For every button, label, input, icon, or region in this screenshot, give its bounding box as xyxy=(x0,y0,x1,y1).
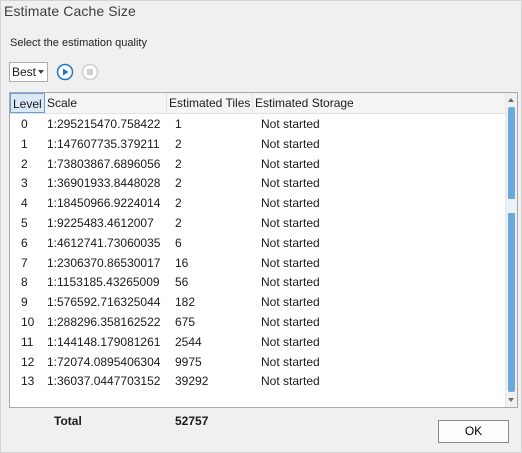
estimated-tiles-cell: 2544 xyxy=(175,334,202,349)
estimated-storage-cell: Not started xyxy=(261,176,320,191)
scale-cell: 1:2306370.86530017 xyxy=(47,255,161,270)
vertical-scrollbar[interactable] xyxy=(505,93,517,407)
estimated-tiles-cell: 2 xyxy=(175,196,182,211)
estimated-tiles-cell: 9975 xyxy=(175,354,202,369)
estimated-storage-cell: Not started xyxy=(261,334,320,349)
table-row[interactable]: 13 1:36037.0447703152 39292 Not started xyxy=(10,371,507,391)
estimated-tiles-cell: 39292 xyxy=(175,374,209,389)
estimated-storage-cell: Not started xyxy=(261,136,320,151)
column-header-estimated-storage[interactable]: Estimated Storage xyxy=(253,93,371,113)
chevron-down-icon xyxy=(38,70,44,74)
table-row[interactable]: 2 1:73803867.6896056 2 Not started xyxy=(10,154,507,174)
scale-cell: 1:9225483.4612007 xyxy=(47,215,154,230)
scale-cell: 1:73803867.6896056 xyxy=(47,156,161,171)
table-row[interactable]: 3 1:36901933.8448028 2 Not started xyxy=(10,173,507,193)
scrollbar-thumb[interactable] xyxy=(508,107,515,392)
start-estimate-button[interactable] xyxy=(56,63,74,81)
table-body: 0 1:295215470.758422 1 Not started 1 1:14760… xyxy=(10,114,507,391)
scrollbar-grip xyxy=(508,199,515,213)
play-icon xyxy=(56,63,74,81)
estimated-tiles-cell: 2 xyxy=(175,176,182,191)
estimated-storage-cell: Not started xyxy=(261,235,320,250)
level-cell: 6 xyxy=(21,235,28,250)
level-cell: 10 xyxy=(21,314,35,329)
column-header-scale[interactable]: Scale xyxy=(45,93,167,113)
table-row[interactable]: 9 1:576592.716325044 182 Not started xyxy=(10,292,507,312)
table-row[interactable]: 1 1:147607735.379211 2 Not started xyxy=(10,134,507,154)
table-row[interactable]: 0 1:295215470.758422 1 Not started xyxy=(10,114,507,134)
estimate-cache-size-dialog: Estimate Cache Size Select the estimatio… xyxy=(0,0,522,453)
table-row[interactable]: 4 1:18450966.9224014 2 Not started xyxy=(10,193,507,213)
scale-cell: 1:295215470.758422 xyxy=(47,117,161,131)
table-row[interactable]: 5 1:9225483.4612007 2 Not started xyxy=(10,213,507,233)
level-cell: 12 xyxy=(21,354,35,369)
stop-icon xyxy=(81,63,99,81)
estimated-storage-cell: Not started xyxy=(261,117,320,131)
estimated-tiles-cell: 56 xyxy=(175,275,189,290)
level-cell: 5 xyxy=(21,215,28,230)
estimation-quality-value: Best xyxy=(12,65,37,79)
estimated-storage-cell: Not started xyxy=(261,354,320,369)
level-cell: 4 xyxy=(21,196,28,211)
total-label: Total xyxy=(54,414,82,428)
scale-cell: 1:72074.0895406304 xyxy=(47,354,161,369)
estimated-tiles-cell: 16 xyxy=(175,255,189,270)
estimated-tiles-cell: 675 xyxy=(175,314,196,329)
estimation-quality-label: Select the estimation quality xyxy=(10,37,147,49)
scale-cell: 1:4612741.73060035 xyxy=(47,235,161,250)
scale-cell: 1:147607735.379211 xyxy=(47,136,160,151)
column-header-level[interactable]: Level xyxy=(10,93,45,113)
scale-cell: 1:36037.0447703152 xyxy=(47,374,161,389)
estimated-tiles-cell: 2 xyxy=(175,136,182,151)
scale-cell: 1:36901933.8448028 xyxy=(47,176,161,191)
estimated-storage-cell: Not started xyxy=(261,374,320,389)
level-cell: 2 xyxy=(21,156,28,171)
scale-cell: 1:18450966.9224014 xyxy=(47,196,161,211)
table-row[interactable]: 8 1:1153185.43265009 56 Not started xyxy=(10,272,507,292)
scroll-down-icon[interactable] xyxy=(508,398,514,402)
estimated-tiles-cell: 6 xyxy=(175,235,182,250)
level-cell: 9 xyxy=(21,295,28,310)
level-cell: 0 xyxy=(21,117,28,131)
estimated-tiles-cell: 182 xyxy=(175,295,196,310)
level-cell: 3 xyxy=(21,176,28,191)
cache-levels-table: Level Scale Estimated Tiles Estimated St… xyxy=(9,92,518,408)
estimated-tiles-cell: 2 xyxy=(175,156,182,171)
scale-cell: 1:1153185.43265009 xyxy=(47,275,160,290)
total-tiles-value: 52757 xyxy=(175,414,209,428)
estimated-storage-cell: Not started xyxy=(261,156,320,171)
estimated-storage-cell: Not started xyxy=(261,275,320,290)
table-row[interactable]: 12 1:72074.0895406304 9975 Not started xyxy=(10,352,507,372)
scale-cell: 1:144148.179081261 xyxy=(47,334,161,349)
estimation-quality-select[interactable]: Best xyxy=(9,62,48,82)
table-header: Level Scale Estimated Tiles Estimated St… xyxy=(10,93,507,114)
estimated-tiles-cell: 2 xyxy=(175,215,182,230)
table-row[interactable]: 10 1:288296.358162522 675 Not started xyxy=(10,312,507,332)
level-cell: 13 xyxy=(21,374,35,389)
dialog-title: Estimate Cache Size xyxy=(4,3,136,19)
estimated-storage-cell: Not started xyxy=(261,295,320,310)
estimated-tiles-cell: 1 xyxy=(175,117,182,131)
scale-cell: 1:288296.358162522 xyxy=(47,314,161,329)
scale-cell: 1:576592.716325044 xyxy=(47,295,161,310)
table-row[interactable]: 7 1:2306370.86530017 16 Not started xyxy=(10,253,507,273)
column-header-estimated-tiles[interactable]: Estimated Tiles xyxy=(167,93,253,113)
level-cell: 8 xyxy=(21,275,28,290)
stop-estimate-button[interactable] xyxy=(81,63,99,81)
estimated-storage-cell: Not started xyxy=(261,314,320,329)
estimated-storage-cell: Not started xyxy=(261,196,320,211)
scroll-up-icon[interactable] xyxy=(508,98,514,102)
table-row[interactable]: 11 1:144148.179081261 2544 Not started xyxy=(10,332,507,352)
table-row[interactable]: 6 1:4612741.73060035 6 Not started xyxy=(10,233,507,253)
ok-button[interactable]: OK xyxy=(438,420,509,443)
estimated-storage-cell: Not started xyxy=(261,215,320,230)
estimated-storage-cell: Not started xyxy=(261,255,320,270)
level-cell: 11 xyxy=(21,334,34,349)
level-cell: 7 xyxy=(21,255,28,270)
level-cell: 1 xyxy=(21,136,28,151)
